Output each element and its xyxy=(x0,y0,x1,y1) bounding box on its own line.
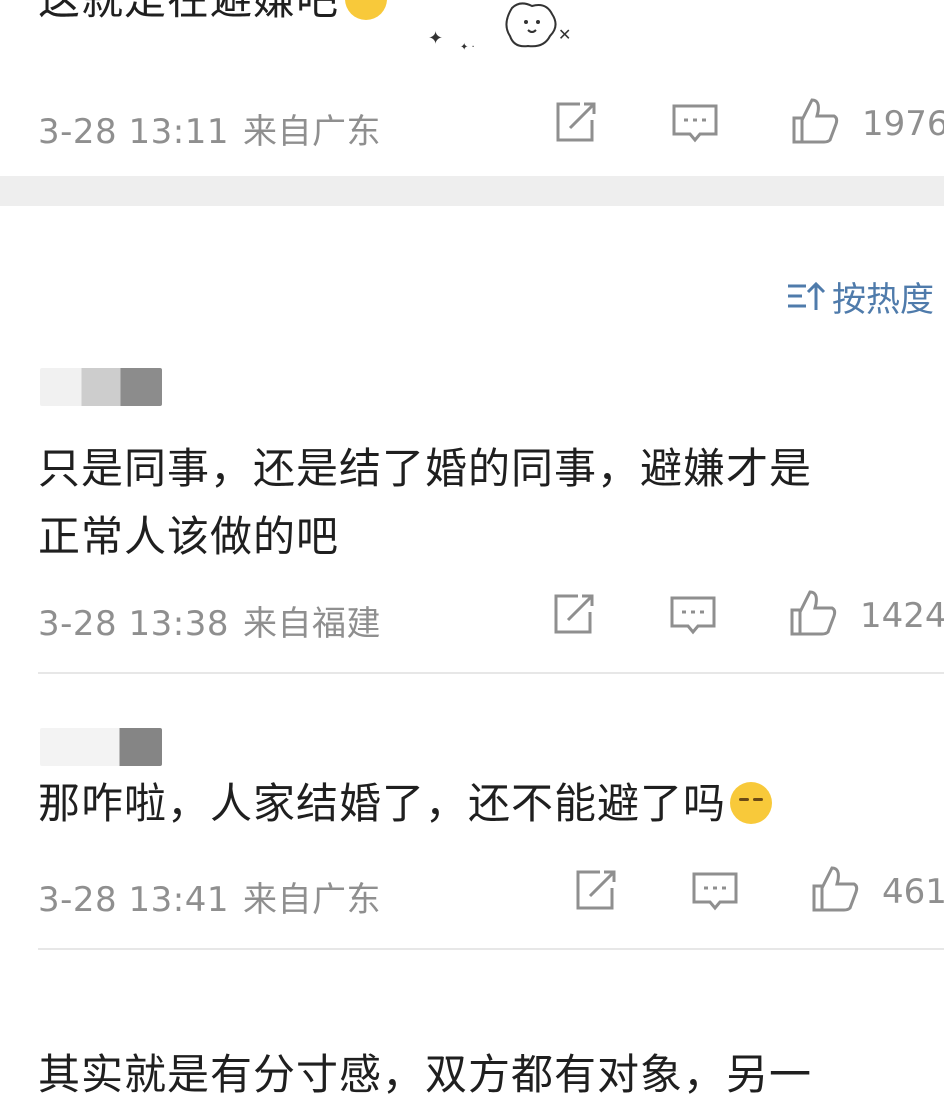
like-icon[interactable] xyxy=(790,96,840,146)
comment-date: 3-28 13:11 xyxy=(38,112,229,152)
like-icon[interactable] xyxy=(810,864,860,914)
share-icon[interactable] xyxy=(550,98,600,148)
comment-location: 来自福建 xyxy=(242,604,381,644)
avatar xyxy=(40,368,162,406)
svg-text:✦: ✦ xyxy=(428,28,443,49)
share-icon[interactable] xyxy=(570,866,620,916)
comment-location: 来自广东 xyxy=(242,880,381,920)
comment-text: 正常人该做的吧 xyxy=(38,512,340,561)
comment-text: 其实就是有分寸感，双方都有对象，另一 xyxy=(38,1050,813,1099)
sort-label: 按热度 xyxy=(832,280,934,320)
comment-text: 只是同事，还是结了婚的同事，避嫌才是 xyxy=(38,444,813,493)
section-divider xyxy=(0,176,944,206)
comment-icon[interactable] xyxy=(668,590,718,640)
sleepy-emoji-icon xyxy=(345,0,388,20)
divider xyxy=(38,948,944,950)
top-comment-text: 这就是在避嫌吧 xyxy=(38,0,388,21)
like-count: 1424 xyxy=(860,596,944,636)
share-icon[interactable] xyxy=(548,590,598,640)
smug-emoji-icon xyxy=(730,782,773,824)
comment-icon[interactable] xyxy=(670,98,720,148)
avatar xyxy=(40,728,162,766)
like-count: 1976 xyxy=(862,104,944,144)
comment-meta: 3-28 13:38 来自福建 xyxy=(38,596,381,645)
comment-text: 那咋啦，人家结婚了，还不能避了吗 xyxy=(38,782,773,825)
sort-icon xyxy=(786,280,826,314)
divider xyxy=(38,672,944,674)
like-count: 461 xyxy=(882,872,944,912)
comment-meta: 3-28 13:41 来自广东 xyxy=(38,872,381,921)
comment-date: 3-28 13:41 xyxy=(38,880,229,920)
top-comment-meta: 3-28 13:11 来自广东 xyxy=(38,104,381,153)
sticker-icon: ✦ ✦ · ✕ xyxy=(420,0,571,60)
svg-text:✕: ✕ xyxy=(558,25,570,44)
comment-date: 3-28 13:38 xyxy=(38,604,229,644)
comment-icon[interactable] xyxy=(690,866,740,916)
sort-by-hot-button[interactable]: 按热度 xyxy=(786,272,934,321)
comment-location: 来自广东 xyxy=(242,112,381,152)
svg-text:✦ ·: ✦ · xyxy=(460,42,475,53)
like-icon[interactable] xyxy=(788,588,838,638)
